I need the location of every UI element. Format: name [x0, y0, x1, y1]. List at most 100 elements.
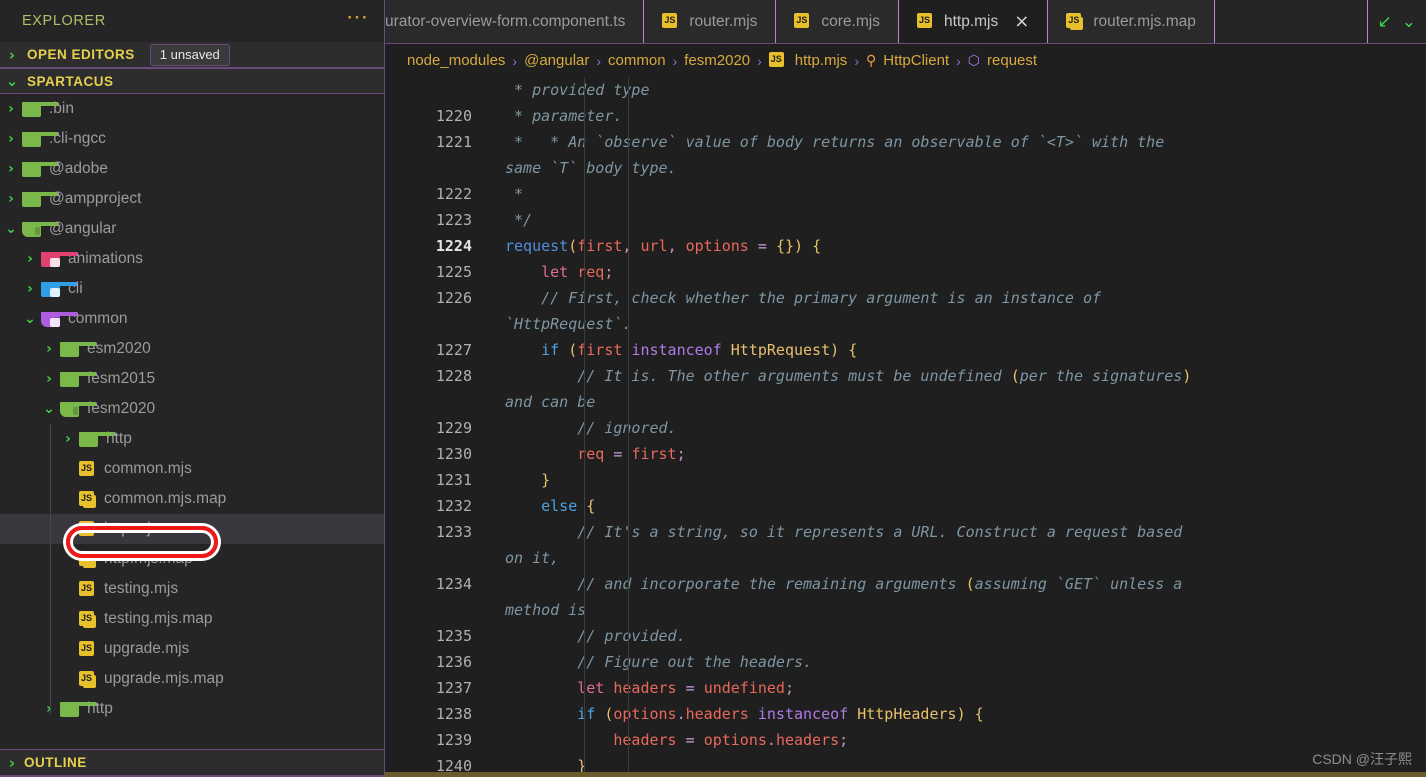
- code-line[interactable]: // First, check whether the primary argu…: [505, 285, 1426, 311]
- sidebar-section-open-editors[interactable]: › OPEN EDITORS 1 unsaved: [0, 42, 384, 68]
- breadcrumb-item-fesm2020[interactable]: fesm2020: [684, 52, 750, 69]
- chevron-right-icon[interactable]: ›: [0, 131, 22, 147]
- sidebar-section-workspace[interactable]: ⌄ SPARTACUS: [0, 68, 384, 94]
- editor-tab-urator-overview-form-component-ts[interactable]: urator-overview-form.component.ts: [385, 0, 645, 43]
- js-file-icon: JS: [79, 520, 96, 538]
- no-chevron: [57, 641, 79, 657]
- breadcrumb-item-node-modules[interactable]: node_modules: [407, 52, 505, 69]
- code-line[interactable]: method is: [505, 597, 1426, 623]
- breadcrumb-item-httpclient[interactable]: HttpClient: [883, 52, 949, 69]
- workspace-label: SPARTACUS: [27, 73, 114, 89]
- code-line[interactable]: else {: [505, 493, 1426, 519]
- tree-item-label: @angular: [49, 220, 117, 237]
- line-number: 1224: [435, 237, 472, 255]
- code-line[interactable]: if (first instanceof HttpRequest) {: [505, 337, 1426, 363]
- code-line[interactable]: * provided type: [505, 77, 1426, 103]
- breadcrumb-item-http-mjs[interactable]: http.mjs: [795, 52, 848, 69]
- editor-tab-core-mjs[interactable]: JS core.mjs: [776, 0, 899, 43]
- editor-tab-router-mjs[interactable]: JS router.mjs: [644, 0, 777, 43]
- tree-item-testing-mjs[interactable]: JS testing.mjs: [0, 574, 384, 604]
- tree-item--bin[interactable]: › .bin: [0, 94, 384, 124]
- code-line[interactable]: `HttpRequest`.: [505, 311, 1426, 337]
- code-line[interactable]: * parameter.: [505, 103, 1426, 129]
- breadcrumb-item-request[interactable]: request: [987, 52, 1037, 69]
- chevron-right-icon[interactable]: ›: [0, 101, 22, 117]
- tree-item-upgrade-mjs[interactable]: JS upgrade.mjs: [0, 634, 384, 664]
- code-editor[interactable]: 1220 1221 1222 1223 1224 1225 1226 1227 1228 1…: [385, 77, 1426, 777]
- editor-tab-bar: urator-overview-form.component.ts JS route…: [385, 0, 1426, 44]
- chevron-right-icon[interactable]: ›: [38, 701, 60, 717]
- code-line[interactable]: and can be: [505, 389, 1426, 415]
- jsmap-file-icon: JS: [79, 610, 96, 628]
- code-line[interactable]: same `T` body type.: [505, 155, 1426, 181]
- folder-icon: [60, 371, 97, 387]
- tree-item--angular[interactable]: ⌄ @angular: [0, 214, 384, 244]
- line-number: 1230: [435, 445, 472, 463]
- chevron-right-icon[interactable]: ›: [19, 281, 41, 297]
- line-number: 1220: [435, 107, 472, 125]
- editor-tab-http-mjs[interactable]: JS http.mjs ×: [898, 0, 1049, 43]
- code-line[interactable]: * * An `observe` value of body returns a…: [505, 129, 1426, 155]
- code-line[interactable]: *: [505, 181, 1426, 207]
- tree-item-esm2020[interactable]: › esm2020: [0, 334, 384, 364]
- code-line[interactable]: on it,: [505, 545, 1426, 571]
- tab-label: router.mjs.map: [1093, 12, 1196, 30]
- editor-tab-router-mjs-map[interactable]: JS router.mjs.map: [1048, 0, 1215, 43]
- tree-item-fesm2020[interactable]: ⌄ fesm2020: [0, 394, 384, 424]
- code-line[interactable]: if (options.headers instanceof HttpHeade…: [505, 701, 1426, 727]
- tree-item-common-mjs[interactable]: JS common.mjs: [0, 454, 384, 484]
- chevron-right-icon[interactable]: ›: [38, 341, 60, 357]
- tree-item-http[interactable]: › http: [0, 694, 384, 724]
- tree-item--adobe[interactable]: › @adobe: [0, 154, 384, 184]
- tree-item-upgrade-mjs-map[interactable]: JS upgrade.mjs.map: [0, 664, 384, 694]
- split-editor-icon[interactable]: ↙: [1378, 12, 1392, 32]
- tree-item-http-mjs-map[interactable]: JS http.mjs.map: [0, 544, 384, 574]
- chevron-down-icon[interactable]: ⌄: [19, 311, 41, 327]
- code-line[interactable]: let headers = undefined;: [505, 675, 1426, 701]
- breadcrumb-item-common[interactable]: common: [608, 52, 666, 69]
- tree-item-label: fesm2020: [87, 400, 156, 417]
- code-content[interactable]: * provided type * parameter. * * An `obs…: [490, 77, 1426, 777]
- line-number: 1231: [435, 471, 472, 489]
- tree-item-testing-mjs-map[interactable]: JS testing.mjs.map: [0, 604, 384, 634]
- code-line[interactable]: request(first, url, options = {}) {: [505, 233, 1426, 259]
- js-file-icon: JS: [79, 460, 96, 478]
- unsaved-badge: 1 unsaved: [149, 43, 230, 66]
- tree-item-http[interactable]: › http: [0, 424, 384, 454]
- breadcrumb-item--angular[interactable]: @angular: [524, 52, 589, 69]
- code-line[interactable]: // It is. The other arguments must be un…: [505, 363, 1426, 389]
- horizontal-scrollbar[interactable]: [385, 772, 1426, 777]
- tree-item-cli[interactable]: › cli: [0, 274, 384, 304]
- code-line[interactable]: // and incorporate the remaining argumen…: [505, 571, 1426, 597]
- tree-item-common-mjs-map[interactable]: JS common.mjs.map: [0, 484, 384, 514]
- js-file-icon: JS: [916, 13, 934, 30]
- chevron-right-icon[interactable]: ›: [38, 371, 60, 387]
- tree-item-http-mjs[interactable]: JS http.mjs: [0, 514, 384, 544]
- code-line[interactable]: // It's a string, so it represents a URL…: [505, 519, 1426, 545]
- code-line[interactable]: // ignored.: [505, 415, 1426, 441]
- code-line[interactable]: // provided.: [505, 623, 1426, 649]
- more-actions-icon[interactable]: ⌄: [1402, 12, 1416, 32]
- code-line[interactable]: req = first;: [505, 441, 1426, 467]
- chevron-right-icon[interactable]: ›: [0, 161, 22, 177]
- chevron-down-icon[interactable]: ⌄: [38, 401, 60, 417]
- tree-item-animations[interactable]: › animations: [0, 244, 384, 274]
- line-number-continuation: [385, 597, 490, 623]
- tree-item--ampproject[interactable]: › @ampproject: [0, 184, 384, 214]
- breadcrumb-separator: ›: [757, 52, 762, 69]
- code-line[interactable]: // Figure out the headers.: [505, 649, 1426, 675]
- chevron-right-icon[interactable]: ›: [57, 431, 79, 447]
- chevron-right-icon[interactable]: ›: [19, 251, 41, 267]
- code-line[interactable]: */: [505, 207, 1426, 233]
- chevron-down-icon[interactable]: ⌄: [0, 221, 22, 237]
- tree-item--cli-ngcc[interactable]: › .cli-ngcc: [0, 124, 384, 154]
- code-line[interactable]: let req;: [505, 259, 1426, 285]
- close-icon[interactable]: ×: [1014, 12, 1029, 31]
- code-line[interactable]: }: [505, 467, 1426, 493]
- tree-item-fesm2015[interactable]: › fesm2015: [0, 364, 384, 394]
- tree-item-common[interactable]: ⌄ common: [0, 304, 384, 334]
- code-line[interactable]: headers = options.headers;: [505, 727, 1426, 753]
- ellipsis-icon[interactable]: ⋯: [346, 6, 370, 30]
- chevron-right-icon[interactable]: ›: [0, 191, 22, 207]
- sidebar-section-outline[interactable]: › OUTLINE: [0, 749, 384, 777]
